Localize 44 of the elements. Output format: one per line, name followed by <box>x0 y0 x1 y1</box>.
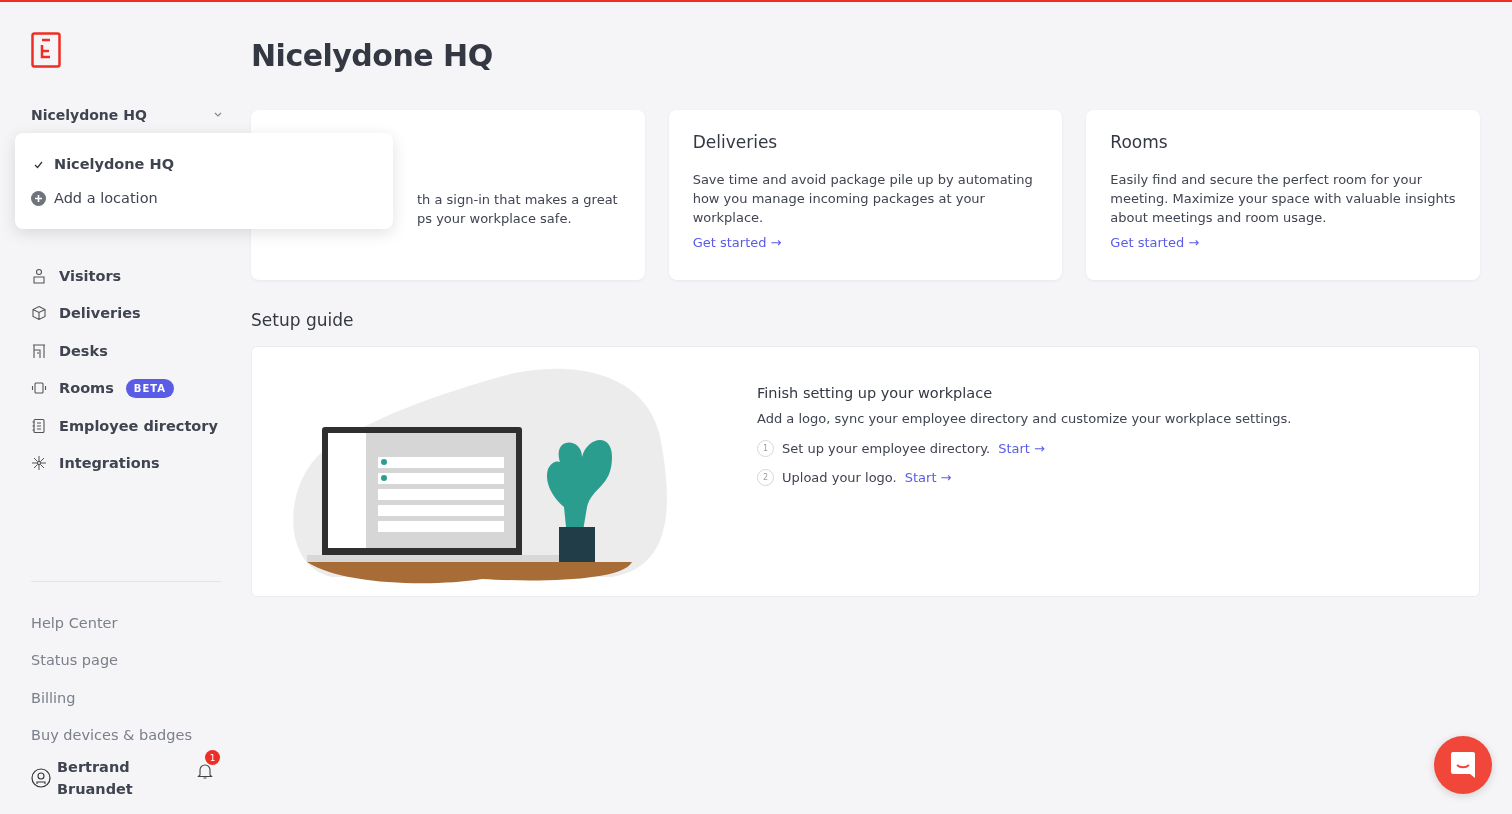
section-heading: Setup guide <box>251 310 355 330</box>
chat-button[interactable] <box>1434 736 1492 794</box>
nav-item[interactable]: Rooms BETA <box>31 369 231 407</box>
beta-badge: BETA <box>125 378 175 398</box>
footer-link[interactable]: Billing <box>31 679 231 717</box>
start-link[interactable]: Start → <box>904 470 952 485</box>
notification-count: 1 <box>205 750 220 765</box>
card-title: Deliveries <box>692 132 779 152</box>
device-icon <box>31 380 47 397</box>
footer-link[interactable]: Help Center <box>31 604 231 642</box>
card-title: Rooms <box>1110 132 1169 152</box>
bell-icon[interactable] <box>197 762 213 780</box>
nav-item[interactable]: Deliveries <box>31 294 231 332</box>
user-name[interactable]: Bertrand Bruandet <box>57 756 147 800</box>
step-text: Upload your logo. <box>782 470 897 485</box>
get-started-link[interactable]: Get started → <box>1110 235 1200 250</box>
nav-item[interactable]: Integrations <box>31 444 231 482</box>
location-selector[interactable]: Nicelydone HQ <box>31 104 223 126</box>
guide-title: Finish setting up your workplace <box>757 385 994 401</box>
network-icon <box>31 455 47 472</box>
get-started-link[interactable]: Get started → <box>692 235 782 250</box>
nav-item[interactable]: Desks <box>31 332 231 370</box>
card-description: th a sign-in that makes a great <box>417 191 618 209</box>
person-icon <box>31 267 47 284</box>
card-description: Easily find and secure the perfect room for your meeting. Maximize your space with valuable insights about meetings and room usage. <box>1110 171 1456 227</box>
chevron-icon <box>213 111 223 119</box>
box-icon <box>31 305 47 322</box>
logo-icon <box>31 32 61 68</box>
card-description: ps your workplace safe. <box>417 210 572 228</box>
step-text: Set up your employee directory. <box>782 441 991 456</box>
guide-description: Add a logo, sync your employee directory and customize your workplace settings. <box>757 411 1292 426</box>
avatar-icon <box>31 768 51 788</box>
desk-icon <box>31 342 47 359</box>
nav-item[interactable]: Employee directory <box>31 407 231 445</box>
page-title: Nicelydone HQ <box>251 38 494 73</box>
menu-item[interactable]: Nicelydone HQ <box>31 156 377 172</box>
card-description: Save time and avoid package pile up by automating how you manage incoming packages at your workplace. <box>692 171 1034 227</box>
footer-link[interactable]: Status page <box>31 641 231 679</box>
start-link[interactable]: Start → <box>998 441 1045 456</box>
nav-item[interactable]: Visitors <box>31 257 231 295</box>
notebook-icon <box>31 417 47 434</box>
chat-icon <box>1450 751 1476 779</box>
menu-item[interactable]: Add a location <box>31 190 377 206</box>
plus-circle-icon <box>31 190 46 206</box>
